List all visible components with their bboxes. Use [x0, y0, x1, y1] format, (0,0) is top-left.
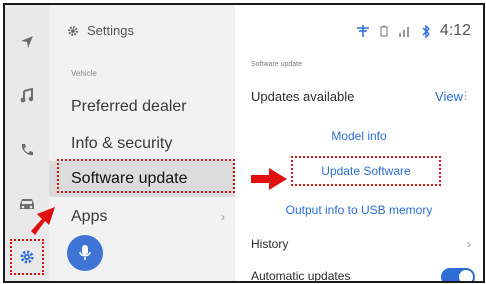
microphone-icon [79, 245, 91, 260]
history-item[interactable]: History [251, 237, 288, 251]
section-label-vehicle: Vehicle [71, 69, 97, 78]
chevron-right-icon: › [221, 210, 225, 224]
view-button[interactable]: View [435, 89, 463, 104]
infotainment-screen: Settings Vehicle Preferred dealer Info &… [3, 3, 485, 283]
status-bar: 4:12 [356, 22, 471, 40]
signal-bars-icon [398, 27, 409, 37]
updates-available-title: Updates available [251, 89, 355, 104]
bluetooth-icon [422, 24, 430, 38]
navigation-arrow-icon[interactable] [11, 27, 43, 57]
music-note-icon[interactable] [11, 81, 43, 111]
settings-title: Settings [87, 23, 134, 38]
battery-icon [380, 25, 388, 37]
gear-icon[interactable] [10, 239, 44, 275]
more-options-icon[interactable]: ⋮ [460, 89, 471, 102]
phone-icon[interactable] [11, 135, 43, 165]
settings-header: Settings [67, 23, 134, 38]
menu-item-apps[interactable]: Apps › [49, 199, 235, 235]
menu-item-info-security[interactable]: Info & security [49, 126, 235, 162]
gear-icon [68, 25, 78, 36]
software-update-panel: 4:12 Software update Updates available V… [235, 5, 483, 281]
clock: 4:12 [439, 22, 471, 39]
antenna-icon [356, 25, 369, 37]
model-info-button[interactable]: Model info [235, 129, 483, 143]
menu-item-label: Info & security [71, 135, 173, 152]
update-software-label: Update Software [321, 164, 411, 178]
annotation-arrow-up-icon [31, 207, 55, 235]
icon-rail [5, 5, 49, 281]
chevron-right-icon: › [467, 237, 471, 251]
automatic-updates-toggle[interactable] [441, 268, 475, 281]
automatic-updates-label: Automatic updates [251, 269, 351, 283]
output-usb-button[interactable]: Output info to USB memory [235, 203, 483, 217]
menu-item-label: Apps [71, 208, 108, 225]
menu-item-preferred-dealer[interactable]: Preferred dealer [49, 89, 235, 125]
menu-item-label: Preferred dealer [71, 98, 187, 115]
voice-button[interactable] [67, 235, 103, 271]
annotation-arrow-right-icon [251, 168, 287, 190]
panel-section-label: Software update [251, 61, 302, 68]
update-software-button[interactable]: Update Software [291, 156, 441, 186]
annotation-highlight-software-update [57, 159, 235, 193]
